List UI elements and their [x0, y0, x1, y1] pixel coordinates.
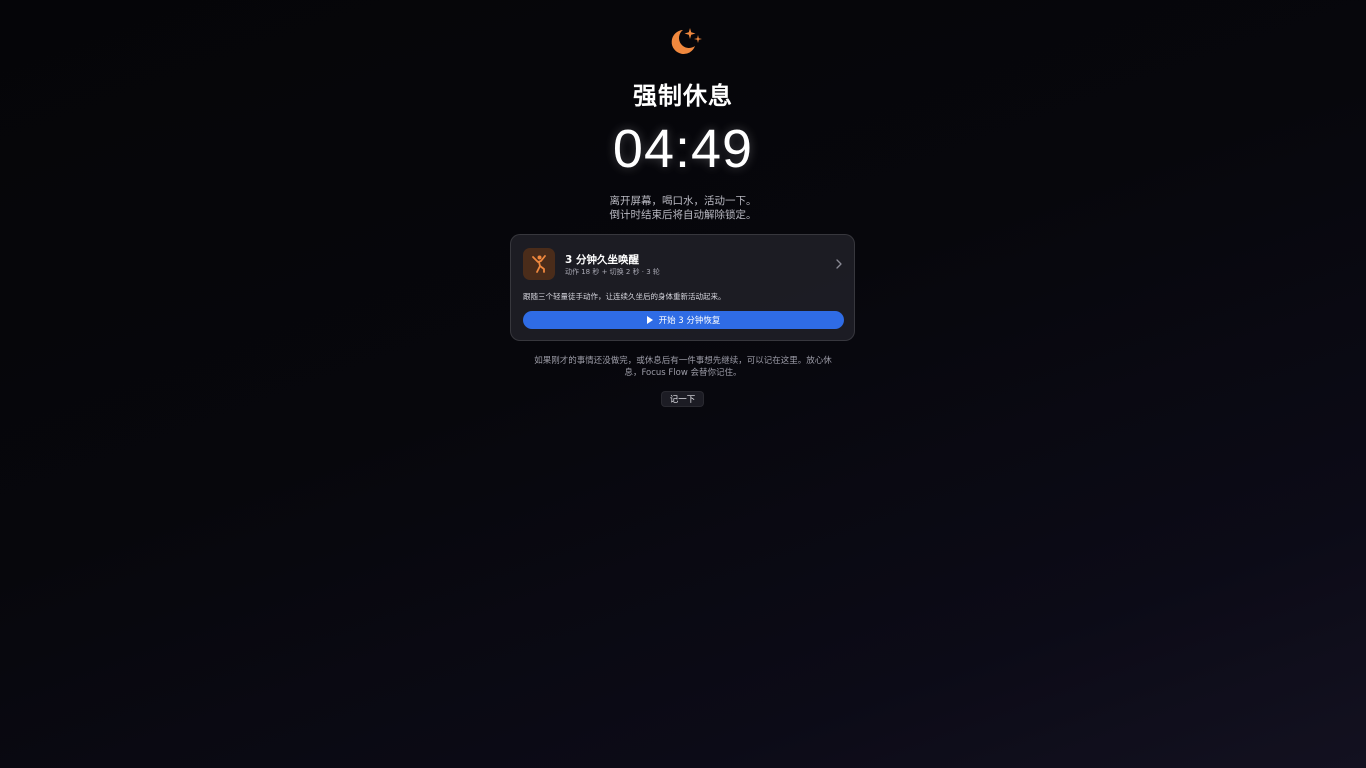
exercise-title: 3 分钟久坐唤醒	[565, 254, 639, 266]
stretch-person-glyph	[532, 255, 546, 273]
note-hint: 如果刚才的事情还没做完，或休息后有一件事想先继续，可以记在这里。放心休息，Foc…	[534, 356, 832, 378]
page-title: 强制休息	[633, 82, 733, 110]
chevron-right-icon[interactable]	[834, 258, 844, 270]
start-recovery-button[interactable]: 开始 3 分钟恢复	[523, 311, 844, 329]
play-icon	[646, 316, 653, 324]
break-message-line-2: 倒计时结束后将自动解除锁定。	[609, 209, 757, 221]
break-screen: 强制休息 04:49 离开屏幕，喝口水，活动一下。 倒计时结束后将自动解除锁定。…	[0, 0, 1366, 768]
exercise-description: 跟随三个轻量徒手动作，让连续久坐后的身体重新活动起来。	[523, 292, 726, 301]
start-recovery-label: 开始 3 分钟恢复	[658, 316, 721, 326]
exercise-meta: 动作 18 秒 + 切换 2 秒 · 3 轮	[565, 268, 660, 276]
moon-stars-icon	[671, 28, 702, 54]
stretch-person-icon	[523, 248, 555, 280]
break-message-line-1: 离开屏幕，喝口水，活动一下。	[609, 195, 757, 207]
break-message: 离开屏幕，喝口水，活动一下。 倒计时结束后将自动解除锁定。	[0, 194, 1366, 222]
exercise-card[interactable]: 3 分钟久坐唤醒 动作 18 秒 + 切换 2 秒 · 3 轮 跟随三个轻量徒手…	[510, 234, 855, 341]
jot-down-button[interactable]: 记一下	[661, 391, 704, 407]
countdown-timer: 04:49	[612, 119, 754, 179]
